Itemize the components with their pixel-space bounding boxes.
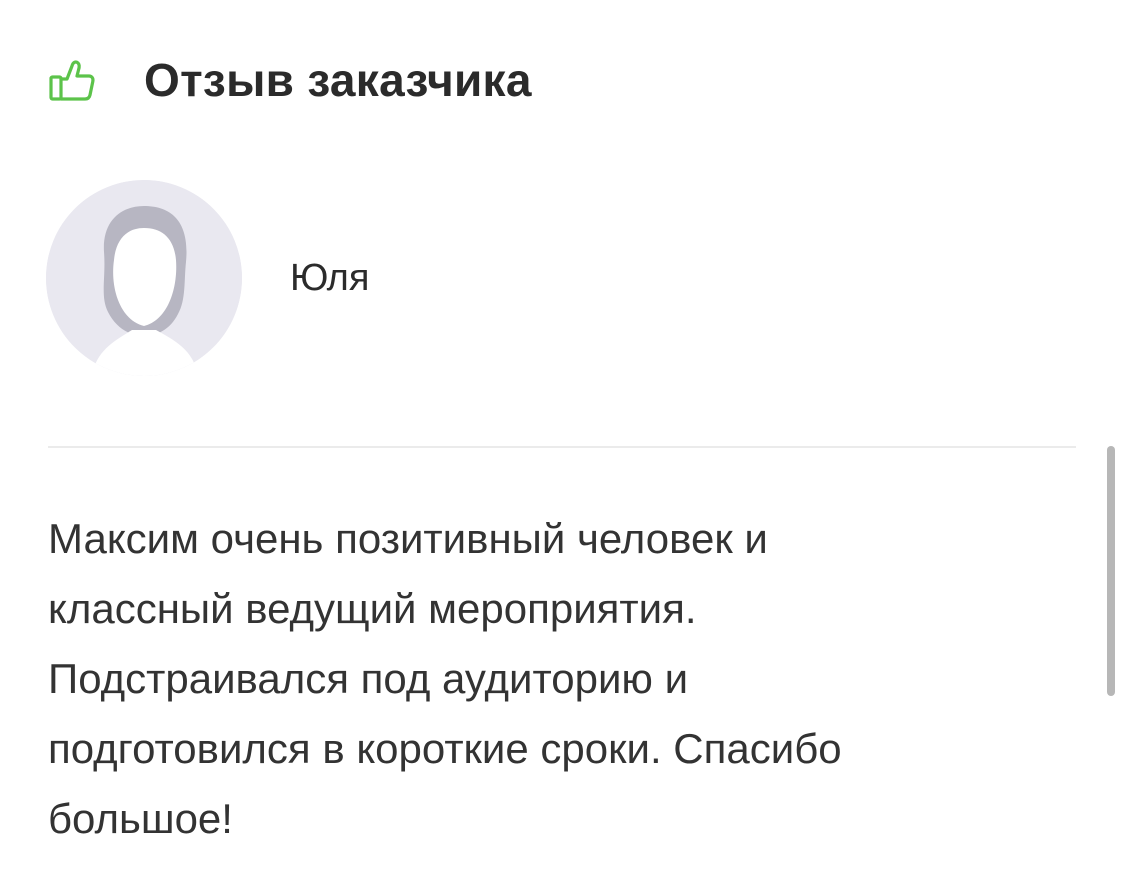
review-line: Подстраивался под аудиторию и <box>48 655 689 702</box>
review-line: классный ведущий мероприятия. <box>48 585 697 632</box>
scrollbar[interactable] <box>1107 446 1115 696</box>
avatar[interactable] <box>46 180 242 376</box>
divider <box>48 446 1076 448</box>
review-author: Юля <box>46 180 369 376</box>
review-line: Максим очень позитивный человек и <box>48 515 768 562</box>
review-header: Отзыв заказчика <box>46 44 532 116</box>
thumbs-up-icon <box>46 54 98 106</box>
review-text: Максим очень позитивный человек и классн… <box>48 504 1048 854</box>
author-name: Юля <box>290 256 370 299</box>
page-title: Отзыв заказчика <box>144 54 532 106</box>
review-line: большое! <box>48 795 233 842</box>
review-line: подготовился в короткие сроки. Спасибо <box>48 725 842 772</box>
